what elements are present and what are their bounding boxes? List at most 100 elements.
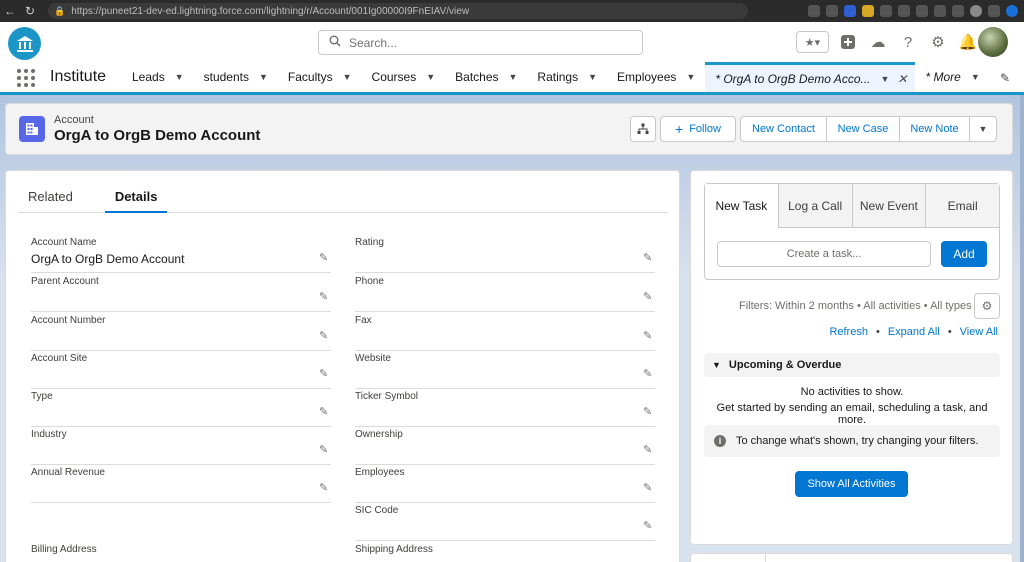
account-icon (19, 116, 45, 142)
chevron-down-icon[interactable]: ▼ (426, 72, 435, 82)
chevron-down-icon[interactable]: ▼ (343, 72, 352, 82)
extension-icon[interactable] (952, 5, 964, 17)
close-icon[interactable]: ✕ (897, 72, 907, 86)
add-icon[interactable] (837, 31, 859, 53)
bell-icon[interactable]: 🔔 (957, 31, 979, 53)
pencil-icon[interactable]: ✎ (319, 329, 331, 342)
record-tabs: Related Details (18, 181, 668, 213)
pencil-icon[interactable]: ✎ (643, 519, 655, 532)
extension-icon[interactable] (880, 5, 892, 17)
pencil-icon[interactable]: ✎ (643, 367, 655, 380)
extension-icon[interactable] (862, 5, 874, 17)
pencil-icon[interactable]: ✎ (643, 329, 655, 342)
pencil-icon[interactable]: ✎ (643, 481, 655, 494)
bookmark-star-icon[interactable] (826, 5, 838, 17)
pencil-icon[interactable]: ✎ (319, 251, 331, 264)
pencil-icon[interactable]: ✎ (319, 481, 331, 494)
search-icon (329, 35, 341, 50)
record-type-label: Account (54, 114, 94, 126)
pencil-icon[interactable]: ✎ (643, 405, 655, 418)
reload-icon[interactable]: ↻ (20, 0, 40, 22)
upcoming-title: Upcoming & Overdue (728, 359, 842, 371)
page-title: OrgA to OrgB Demo Account (54, 127, 261, 144)
extension-icon[interactable] (844, 5, 856, 17)
field-label: Industry (31, 429, 67, 440)
pencil-icon[interactable]: ✎ (319, 405, 331, 418)
zoom-icon[interactable] (808, 5, 820, 17)
nav-item-batches[interactable]: Batches ▼ (445, 62, 527, 92)
tab-log-a-call[interactable]: Log a Call (777, 184, 852, 227)
view-all-link[interactable]: View All (960, 326, 998, 338)
more-actions-button[interactable]: ▼ (969, 116, 997, 142)
nav-item-ratings[interactable]: Ratings ▼ (527, 62, 607, 92)
extension-icon[interactable] (934, 5, 946, 17)
follow-button[interactable]: + Follow (660, 116, 736, 142)
chevron-down-icon[interactable]: ▼ (686, 72, 695, 82)
help-icon[interactable]: ? (897, 31, 919, 53)
trailhead-icon[interactable]: ☁ (867, 31, 889, 53)
tab-email[interactable]: Email (925, 184, 999, 227)
field-parent-account: Parent Account ✎ (31, 276, 331, 312)
extension-icon[interactable] (916, 5, 928, 17)
extension-icons (808, 5, 1018, 17)
gear-icon[interactable]: ⚙ (974, 293, 1000, 319)
nav-item-employees[interactable]: Employees ▼ (607, 62, 705, 92)
follow-label: Follow (689, 123, 721, 135)
nav-item-more[interactable]: * More ▼ (915, 62, 989, 92)
refresh-link[interactable]: Refresh (829, 326, 868, 338)
app-launcher-icon[interactable] (17, 69, 35, 87)
tab-details[interactable]: Details (104, 181, 168, 213)
institute-logo-icon[interactable] (8, 27, 41, 60)
field-label: Rating (355, 237, 384, 248)
scrollbar[interactable] (1020, 95, 1024, 562)
chevron-down-icon[interactable]: ▼ (259, 72, 268, 82)
profile-icon[interactable] (970, 5, 982, 17)
nav-item-students[interactable]: students ▼ (194, 62, 278, 92)
favorites-icon[interactable]: ★▾ (796, 31, 829, 53)
bing-icon[interactable] (1006, 5, 1018, 17)
pencil-icon[interactable]: ✎ (643, 443, 655, 456)
pencil-icon[interactable]: ✎ (319, 290, 331, 303)
search-input[interactable] (349, 35, 629, 50)
add-task-button[interactable]: Add (941, 241, 987, 267)
chevron-down-icon[interactable]: ▼ (509, 72, 518, 82)
nav-item-facultys[interactable]: Facultys ▼ (278, 62, 362, 92)
gear-icon[interactable]: ⚙ (927, 31, 949, 53)
pencil-icon[interactable]: ✎ (319, 367, 331, 380)
pencil-icon[interactable]: ✎ (643, 251, 655, 264)
create-task-input[interactable]: Create a task... (717, 241, 931, 267)
edit-nav-icon[interactable]: ✎ (1000, 71, 1010, 85)
avatar[interactable] (978, 27, 1008, 57)
new-contact-button[interactable]: New Contact (740, 116, 827, 142)
tab-new-task[interactable]: New Task (705, 184, 778, 228)
new-note-button[interactable]: New Note (899, 116, 970, 142)
pencil-icon[interactable]: ✎ (643, 290, 655, 303)
tab-related[interactable]: Related (18, 181, 83, 213)
tab-new-event[interactable]: New Event (851, 184, 926, 227)
chevron-down-icon[interactable]: ▼ (881, 74, 890, 84)
get-started-text: Get started by sending an email, schedul… (716, 402, 988, 426)
field-label: Billing Address (31, 544, 97, 555)
show-all-activities-button[interactable]: Show All Activities (795, 471, 908, 497)
upcoming-overdue-section[interactable]: ▼ Upcoming & Overdue (704, 353, 1000, 377)
address-bar[interactable]: 🔒 https://puneet21-dev-ed.lightning.forc… (48, 3, 748, 19)
chevron-down-icon[interactable]: ▼ (588, 72, 597, 82)
expand-all-link[interactable]: Expand All (888, 326, 940, 338)
divider (765, 554, 766, 562)
pencil-icon[interactable]: ✎ (319, 443, 331, 456)
nav-item-leads[interactable]: Leads ▼ (122, 62, 194, 92)
chevron-down-icon: ▼ (712, 360, 721, 370)
back-icon[interactable]: ← (0, 0, 20, 22)
extension-icon[interactable] (898, 5, 910, 17)
field-label: Account Site (31, 353, 88, 364)
chevron-down-icon[interactable]: ▼ (175, 72, 184, 82)
menu-icon[interactable] (988, 5, 1000, 17)
chevron-down-icon[interactable]: ▼ (971, 72, 980, 82)
hierarchy-button[interactable] (630, 116, 656, 142)
global-search[interactable] (318, 30, 643, 55)
nav-item-label: Batches (455, 70, 499, 84)
nav-item-courses[interactable]: Courses ▼ (362, 62, 446, 92)
field-label: Parent Account (31, 276, 99, 287)
nav-item-current-record-tab[interactable]: * OrgA to OrgB Demo Acco... ▼ ✕ (705, 62, 916, 92)
new-case-button[interactable]: New Case (826, 116, 900, 142)
